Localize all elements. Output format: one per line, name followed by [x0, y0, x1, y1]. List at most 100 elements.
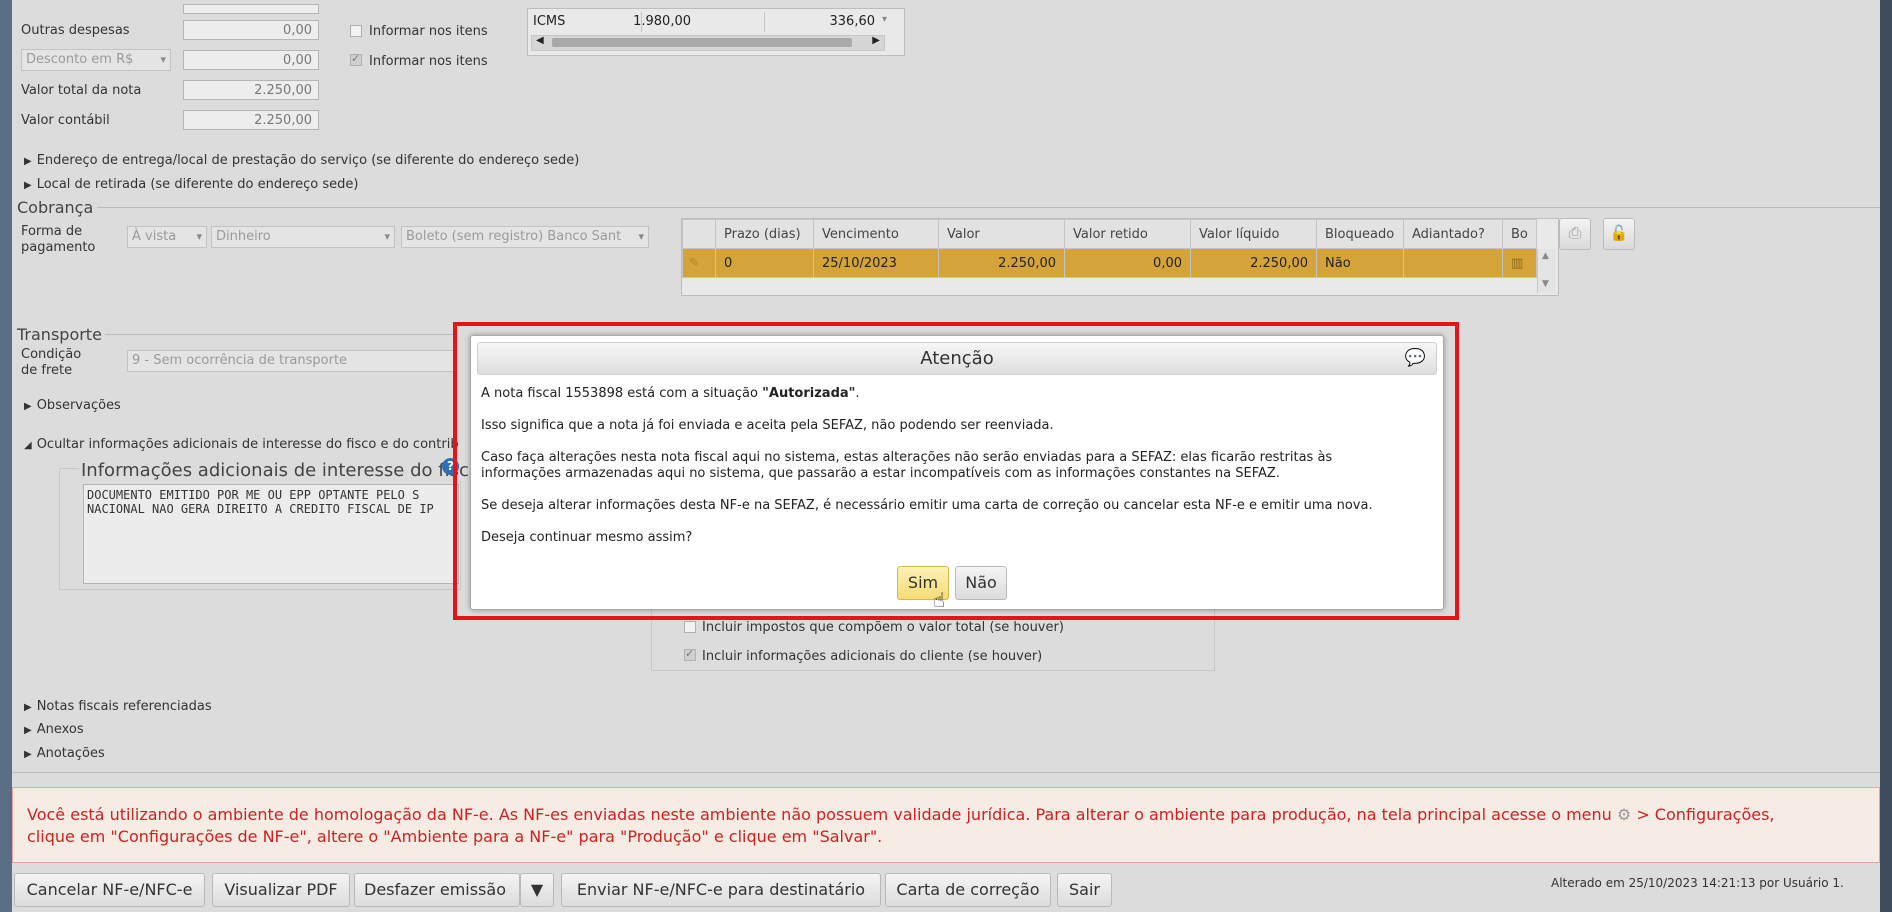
column-header[interactable]: Adiantado? [1403, 219, 1503, 249]
informar-itens-label-2: Informar nos itens [369, 54, 488, 69]
boleto-select[interactable]: Boleto (sem registro) Banco Sant ▾ [401, 226, 649, 248]
meio-pagamento-select[interactable]: Dinheiro ▾ [211, 226, 395, 248]
cancelar-nfe-button[interactable]: Cancelar NF-e/NFC-e [14, 873, 205, 907]
dialog-header: Atenção 💬 [477, 342, 1437, 375]
column-header[interactable]: Bloqueado [1316, 219, 1404, 249]
warning-text-a: Você está utilizando o ambiente de homol… [27, 805, 1612, 824]
edit-icon[interactable]: ✎ [682, 248, 716, 278]
section-divider [105, 334, 453, 335]
tax-base: 1.980,00 [633, 14, 691, 29]
column-header[interactable]: Prazo (dias) [715, 219, 814, 249]
dialog-p1-status: "Autorizada" [762, 386, 856, 401]
chevron-down-icon: ▾ [160, 53, 166, 66]
carta-correcao-button[interactable]: Carta de correção [885, 873, 1051, 907]
incluir-info-cliente-checkbox[interactable] [684, 647, 696, 661]
expander-local-retirada[interactable]: ▶ Local de retirada (se diferente do ende… [24, 177, 359, 192]
horizontal-scrollbar[interactable]: ◀ ▶ [531, 35, 885, 51]
info-adicional-title: Informações adicionais de interesse do f… [79, 460, 482, 481]
valor-contabil-field[interactable]: 2.250,00 [183, 110, 319, 130]
valor-total-field[interactable]: 2.250,00 [183, 80, 319, 100]
table-row[interactable]: ✎ 0 25/10/2023 2.250,00 0,00 2.250,00 Nã… [682, 248, 1537, 278]
informar-itens-checkbox-2[interactable] [350, 52, 362, 66]
info-adicional-line: DOCUMENTO EMITIDO POR ME OU EPP OPTANTE … [87, 488, 420, 502]
sair-button[interactable]: Sair [1057, 873, 1112, 907]
dialog-p1-suffix: . [855, 386, 860, 401]
dialog-paragraph-2: Isso significa que a nota já foi enviada… [481, 418, 1054, 433]
expander-endereco-entrega[interactable]: ▶ Endereço de entrega/local de prestação … [24, 153, 579, 168]
column-header[interactable]: Bo [1502, 219, 1537, 249]
column-header[interactable]: Valor retido [1064, 219, 1191, 249]
gear-icon: ⚙ [1616, 805, 1632, 824]
condicao-frete-label: Condição de frete [21, 347, 82, 378]
column-header[interactable]: Vencimento [813, 219, 939, 249]
chevron-down-icon: ▾ [196, 230, 202, 243]
homologacao-warning: Você está utilizando o ambiente de homol… [12, 787, 1880, 863]
scroll-down-icon[interactable]: ▼ [1542, 279, 1549, 289]
expander-local-retirada-label: Local de retirada (se diferente do ender… [36, 177, 359, 192]
barcode-icon[interactable]: ▥ [1502, 248, 1537, 278]
dialog-p1-prefix: A nota fiscal 1553898 está com a situaçã… [481, 386, 763, 401]
speech-bubble-icon[interactable]: 💬 [1405, 343, 1426, 374]
transporte-title: Transporte [17, 325, 102, 344]
desfazer-emissao-button[interactable]: Desfazer emissão [354, 873, 520, 907]
expander-anexos[interactable]: ▶ Anexos [24, 722, 84, 737]
valor-contabil-label: Valor contábil [21, 113, 110, 128]
nao-button[interactable]: Não [955, 566, 1007, 600]
chevron-down-icon[interactable]: ▾ [882, 14, 887, 25]
condicao-frete-select[interactable]: 9 - Sem ocorrência de transporte [127, 350, 457, 372]
atencao-dialog: Atenção 💬 A nota fiscal 1553898 está com… [470, 335, 1444, 612]
cell-valor-liquido: 2.250,00 [1190, 248, 1317, 278]
dialog-paragraph-3a: Caso faça alterações nesta nota fiscal a… [481, 450, 1333, 465]
scrollbar-thumb[interactable] [552, 38, 852, 47]
hand-cursor-icon: ☝ [933, 588, 946, 612]
cobranca-title: Cobrança [17, 198, 94, 217]
tax-row: ICMS 1.980,00 336,60 ▾ [531, 12, 891, 32]
unlock-icon[interactable]: 🔓 [1603, 218, 1635, 250]
dialog-paragraph-3b: informações armazenadas aqui no sistema,… [481, 466, 1280, 481]
forma-pagamento-label: Forma de pagamento [21, 224, 96, 255]
scroll-right-icon[interactable]: ▶ [872, 35, 880, 46]
vertical-scrollbar[interactable]: ▲ ▼ [1537, 249, 1556, 293]
printer-icon[interactable]: ⎙ [1559, 218, 1591, 250]
caret-right-icon: ▶ [24, 749, 32, 760]
desconto-field[interactable]: 0,00 [183, 50, 319, 70]
desconto-select[interactable]: Desconto em R$ ▾ [21, 49, 171, 71]
outras-despesas-label: Outras despesas [21, 23, 130, 38]
info-adicional-textarea[interactable]: DOCUMENTO EMITIDO POR ME OU EPP OPTANTE … [83, 484, 459, 584]
meio-pagamento-value: Dinheiro [216, 229, 271, 244]
expander-notas-ref[interactable]: ▶ Notas fiscais referenciadas [24, 699, 212, 714]
outras-despesas-field[interactable]: 0,00 [183, 20, 319, 40]
column-header [682, 219, 716, 249]
parcelas-table: Prazo (dias) Vencimento Valor Valor reti… [682, 219, 1537, 278]
expander-ocultar-info[interactable]: ◢ Ocultar informações adicionais de inter… [24, 437, 459, 452]
tax-value: 336,60 [829, 14, 876, 29]
cell-valor-retido: 0,00 [1064, 248, 1191, 278]
expander-anexos-label: Anexos [36, 722, 84, 737]
incluir-impostos-checkbox[interactable] [684, 621, 696, 633]
incluir-info-cliente-label: Incluir informações adicionais do client… [702, 649, 1043, 664]
section-divider [97, 207, 1880, 208]
scroll-up-icon[interactable]: ▲ [1542, 251, 1549, 261]
dialog-paragraph-5: Deseja continuar mesmo assim? [481, 530, 693, 545]
column-header[interactable]: Valor líquido [1190, 219, 1317, 249]
column-header[interactable]: Valor [938, 219, 1065, 249]
tax-name: ICMS [533, 14, 566, 29]
chevron-down-icon[interactable]: ▼ [520, 873, 554, 907]
dialog-title: Atenção [920, 348, 994, 369]
info-adicional-line: NACIONAL NAO GERA DIREITO A CREDITO FISC… [87, 502, 434, 516]
forma-pagamento-value: À vista [132, 229, 177, 244]
informar-itens-label-1: Informar nos itens [369, 24, 488, 39]
chevron-down-icon: ▾ [638, 230, 644, 243]
forma-pagamento-select[interactable]: À vista ▾ [127, 226, 207, 248]
section-divider [12, 772, 1880, 773]
partial-field-top[interactable] [183, 4, 319, 14]
scroll-left-icon[interactable]: ◀ [536, 35, 544, 46]
visualizar-pdf-button[interactable]: Visualizar PDF [212, 873, 350, 907]
parcelas-header-row: Prazo (dias) Vencimento Valor Valor reti… [682, 219, 1537, 249]
warning-text-b: > Configurações, [1636, 805, 1775, 824]
informar-itens-checkbox-1[interactable] [350, 25, 362, 37]
left-edge [0, 0, 12, 912]
expander-observacoes[interactable]: ▶ Observações [24, 398, 121, 413]
expander-anotacoes[interactable]: ▶ Anotações [24, 746, 105, 761]
enviar-nfe-button[interactable]: Enviar NF-e/NFC-e para destinatário [561, 873, 881, 907]
